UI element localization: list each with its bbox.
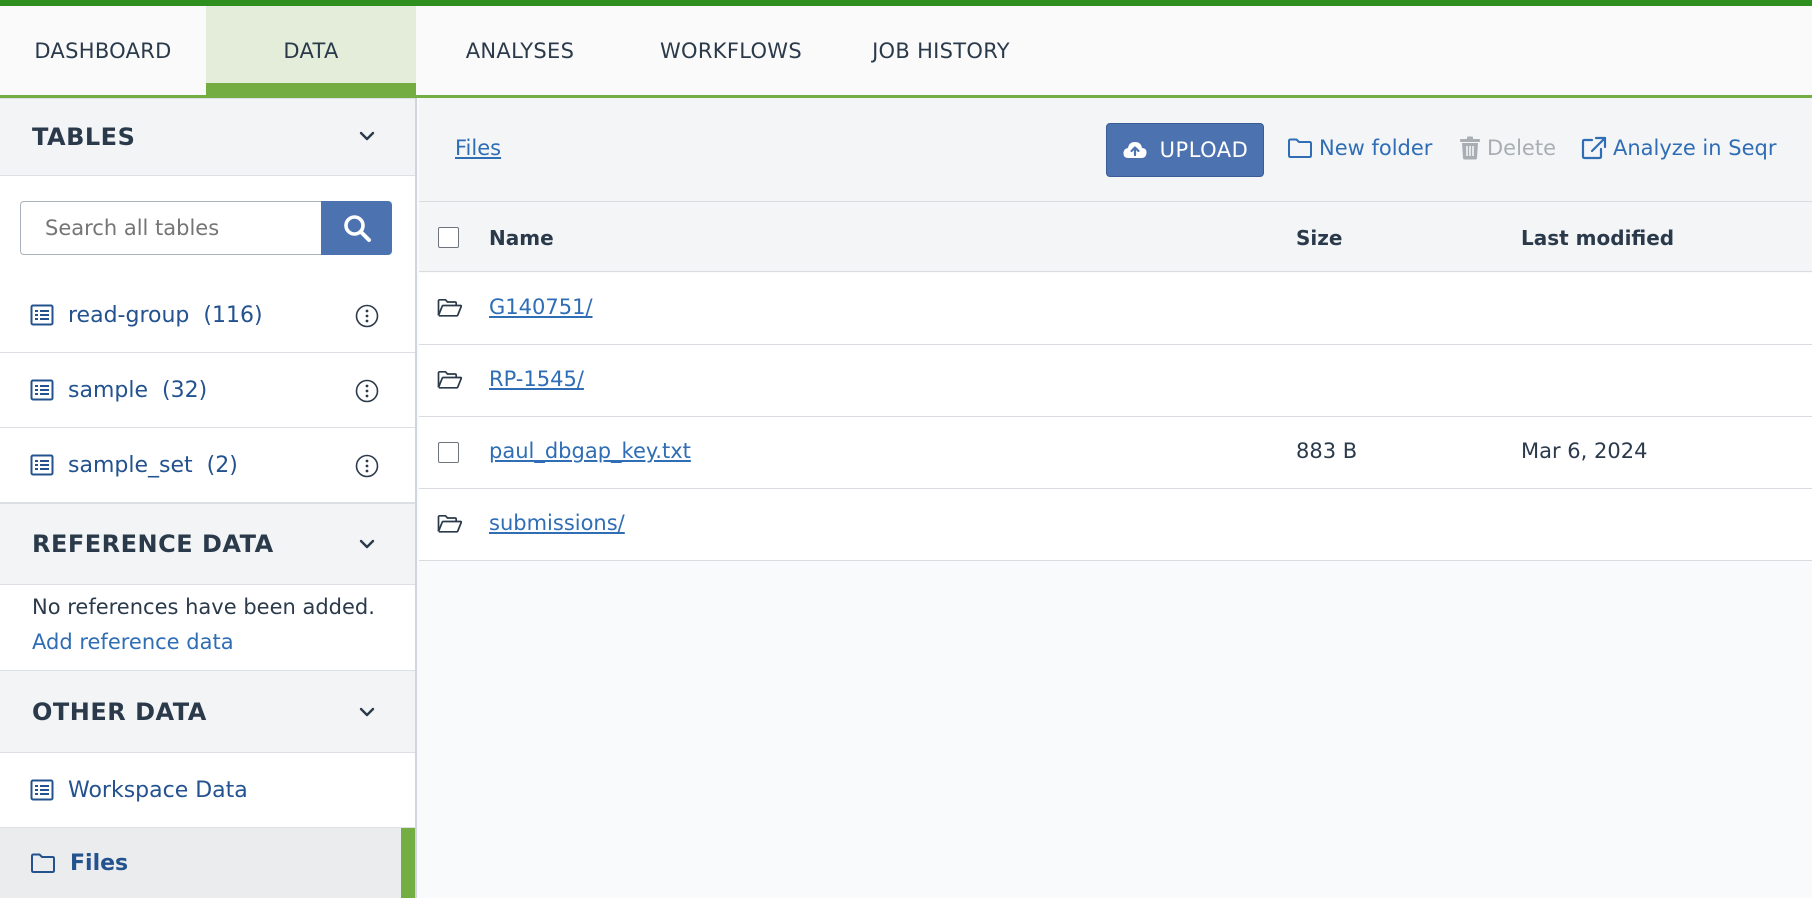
new-folder-label: New folder bbox=[1319, 136, 1433, 160]
search-input[interactable] bbox=[20, 201, 322, 255]
file-name-link[interactable]: RP-1545/ bbox=[489, 367, 584, 391]
files-panel: Files UPLOAD New folder Delete Analyze i… bbox=[419, 98, 1812, 898]
column-header-size[interactable]: Size bbox=[1296, 226, 1342, 250]
column-header-last-modified[interactable]: Last modified bbox=[1521, 226, 1674, 250]
folder-icon bbox=[31, 853, 55, 873]
chevron-down-icon[interactable] bbox=[357, 702, 377, 722]
external-link-icon bbox=[1581, 136, 1607, 160]
table-item-count: (2) bbox=[206, 452, 238, 478]
file-modified: Mar 6, 2024 bbox=[1521, 439, 1648, 463]
trash-icon bbox=[1460, 136, 1480, 160]
table-icon bbox=[30, 779, 54, 801]
cloud-upload-icon bbox=[1123, 142, 1147, 158]
tab-analyses[interactable]: ANALYSES bbox=[416, 6, 624, 95]
folder-open-icon bbox=[437, 514, 463, 533]
row-select-checkbox[interactable] bbox=[438, 442, 459, 463]
file-name-link[interactable]: paul_dbgap_key.txt bbox=[489, 439, 691, 463]
upload-button[interactable]: UPLOAD bbox=[1106, 123, 1264, 177]
table-item-sample-set[interactable]: sample_set (2) bbox=[0, 428, 415, 503]
table-icon bbox=[30, 304, 54, 326]
table-item-label: sample bbox=[68, 377, 148, 403]
new-folder-button[interactable]: New folder bbox=[1287, 136, 1432, 160]
active-indicator bbox=[401, 828, 415, 898]
data-sidebar: TABLES read-group (116) sample (32) samp… bbox=[0, 98, 417, 898]
select-all-checkbox[interactable] bbox=[438, 227, 459, 248]
analyze-in-seqr-button[interactable]: Analyze in Seqr bbox=[1581, 136, 1776, 160]
chevron-down-icon[interactable] bbox=[357, 126, 377, 146]
tab-job-history[interactable]: JOB HISTORY bbox=[838, 6, 1044, 95]
table-row[interactable]: paul_dbgap_key.txt 883 B Mar 6, 2024 bbox=[419, 417, 1812, 489]
reference-header-label: REFERENCE DATA bbox=[32, 530, 274, 558]
reference-empty-text: No references have been added. bbox=[32, 595, 375, 619]
table-search bbox=[20, 201, 392, 255]
table-item-label: read-group bbox=[68, 302, 190, 328]
tables-header-label: TABLES bbox=[32, 123, 136, 151]
other-data-header-label: OTHER DATA bbox=[32, 697, 207, 726]
tables-section-header[interactable]: TABLES bbox=[0, 98, 415, 176]
table-icon bbox=[30, 454, 54, 476]
table-item-sample[interactable]: sample (32) bbox=[0, 353, 415, 428]
sidebar-item-workspace-data[interactable]: Workspace Data bbox=[0, 753, 415, 828]
files-toolbar: Files UPLOAD New folder Delete Analyze i… bbox=[419, 98, 1812, 202]
table-row[interactable]: G140751/ bbox=[419, 273, 1812, 345]
reference-section-header[interactable]: REFERENCE DATA bbox=[0, 503, 415, 585]
info-icon[interactable] bbox=[355, 454, 379, 478]
analyze-label: Analyze in Seqr bbox=[1613, 136, 1777, 160]
tab-workflows[interactable]: WORKFLOWS bbox=[624, 6, 838, 95]
file-name-link[interactable]: submissions/ bbox=[489, 511, 625, 535]
file-table-header: Name Size Last modified bbox=[419, 202, 1812, 272]
table-item-read-group[interactable]: read-group (116) bbox=[0, 278, 415, 353]
tab-dashboard[interactable]: DASHBOARD bbox=[0, 6, 206, 95]
workspace-tabs: DASHBOARD DATA ANALYSES WORKFLOWS JOB HI… bbox=[0, 6, 1812, 98]
chevron-down-icon[interactable] bbox=[357, 534, 377, 554]
delete-button[interactable]: Delete bbox=[1459, 136, 1556, 160]
table-row[interactable]: RP-1545/ bbox=[419, 345, 1812, 417]
search-icon bbox=[343, 215, 371, 242]
folder-open-icon bbox=[437, 298, 463, 317]
folder-open-icon bbox=[437, 370, 463, 389]
info-icon[interactable] bbox=[355, 304, 379, 328]
breadcrumb[interactable]: Files bbox=[455, 136, 501, 160]
file-size: 883 B bbox=[1296, 439, 1358, 463]
upload-label: UPLOAD bbox=[1159, 138, 1249, 162]
info-icon[interactable] bbox=[355, 379, 379, 403]
table-item-count: (116) bbox=[203, 302, 263, 328]
column-header-name[interactable]: Name bbox=[489, 226, 554, 250]
tab-data[interactable]: DATA bbox=[206, 6, 416, 95]
sidebar-item-files[interactable]: Files bbox=[0, 828, 415, 898]
file-name-link[interactable]: G140751/ bbox=[489, 295, 593, 319]
sidebar-item-label: Files bbox=[70, 850, 129, 876]
sidebar-item-label: Workspace Data bbox=[68, 777, 248, 803]
other-data-section-header[interactable]: OTHER DATA bbox=[0, 670, 415, 753]
table-icon bbox=[30, 379, 54, 401]
delete-label: Delete bbox=[1487, 136, 1556, 160]
table-item-label: sample_set bbox=[68, 452, 193, 478]
search-button[interactable] bbox=[321, 201, 392, 255]
add-reference-link[interactable]: Add reference data bbox=[32, 630, 234, 654]
table-item-count: (32) bbox=[162, 377, 208, 403]
folder-icon bbox=[1288, 138, 1312, 158]
table-row[interactable]: submissions/ bbox=[419, 489, 1812, 561]
